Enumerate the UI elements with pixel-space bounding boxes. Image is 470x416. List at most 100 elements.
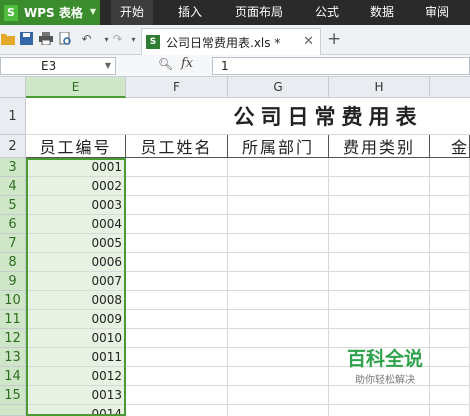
- column-header-f[interactable]: F: [126, 77, 228, 98]
- table-cell[interactable]: [126, 405, 228, 416]
- name-box[interactable]: E3 ▼: [0, 57, 116, 75]
- table-cell[interactable]: [126, 386, 228, 405]
- employee-id-cell[interactable]: 0009: [26, 310, 126, 329]
- more-dropdown-icon[interactable]: ▾: [126, 32, 141, 47]
- menu-tab-data[interactable]: 数据: [363, 0, 401, 25]
- table-cell[interactable]: [126, 310, 228, 329]
- table-cell[interactable]: [228, 348, 329, 367]
- row-header[interactable]: 3: [0, 158, 26, 177]
- table-cell[interactable]: [126, 329, 228, 348]
- row-header[interactable]: 13: [0, 348, 26, 367]
- row-header[interactable]: 7: [0, 234, 26, 253]
- header-cell-amount[interactable]: 金: [430, 135, 470, 158]
- row-header[interactable]: 1: [0, 98, 26, 135]
- insert-function-button[interactable]: fx: [181, 56, 193, 71]
- table-cell[interactable]: [228, 405, 329, 416]
- table-cell[interactable]: [228, 253, 329, 272]
- undo-icon[interactable]: ↶: [79, 32, 94, 47]
- table-cell[interactable]: [329, 291, 430, 310]
- row-header-partial[interactable]: [0, 405, 26, 416]
- new-tab-plus-icon[interactable]: +: [327, 29, 341, 49]
- document-tab[interactable]: S 公司日常费用表.xls * ✕: [141, 28, 321, 55]
- table-cell[interactable]: [329, 310, 430, 329]
- save-icon[interactable]: [19, 32, 34, 47]
- table-cell[interactable]: [228, 291, 329, 310]
- table-cell[interactable]: [228, 196, 329, 215]
- table-cell[interactable]: [430, 177, 470, 196]
- table-cell[interactable]: [430, 310, 470, 329]
- menu-tab-home[interactable]: 开始: [111, 0, 153, 25]
- column-header-i[interactable]: [430, 77, 470, 98]
- employee-id-cell[interactable]: 0008: [26, 291, 126, 310]
- table-cell[interactable]: [430, 405, 470, 416]
- row-header[interactable]: 2: [0, 135, 26, 158]
- employee-id-cell[interactable]: 0003: [26, 196, 126, 215]
- menu-tab-formulas[interactable]: 公式: [308, 0, 346, 25]
- table-cell[interactable]: [126, 158, 228, 177]
- table-cell[interactable]: [329, 405, 430, 416]
- table-cell[interactable]: [228, 367, 329, 386]
- row-header[interactable]: 9: [0, 272, 26, 291]
- employee-id-cell[interactable]: 0012: [26, 367, 126, 386]
- open-folder-icon[interactable]: [0, 32, 15, 47]
- row-header[interactable]: 5: [0, 196, 26, 215]
- table-cell[interactable]: [430, 348, 470, 367]
- table-cell[interactable]: [126, 196, 228, 215]
- table-cell[interactable]: [329, 253, 430, 272]
- row-header[interactable]: 14: [0, 367, 26, 386]
- table-cell[interactable]: [430, 367, 470, 386]
- table-cell[interactable]: [126, 348, 228, 367]
- table-cell[interactable]: [329, 158, 430, 177]
- table-cell[interactable]: [430, 196, 470, 215]
- formula-input[interactable]: 1: [212, 57, 470, 75]
- table-cell[interactable]: [430, 272, 470, 291]
- app-menu-button[interactable]: S WPS 表格 ▼: [0, 0, 100, 25]
- table-cell[interactable]: [228, 177, 329, 196]
- table-cell[interactable]: [126, 367, 228, 386]
- employee-id-cell[interactable]: 0014: [26, 405, 126, 416]
- table-cell[interactable]: [228, 158, 329, 177]
- employee-id-cell[interactable]: 0006: [26, 253, 126, 272]
- table-cell[interactable]: [430, 291, 470, 310]
- column-header-e[interactable]: E: [26, 77, 126, 98]
- table-cell[interactable]: [430, 158, 470, 177]
- table-cell[interactable]: [329, 234, 430, 253]
- table-cell[interactable]: [329, 272, 430, 291]
- employee-id-cell[interactable]: 0013: [26, 386, 126, 405]
- table-cell[interactable]: [329, 215, 430, 234]
- table-cell[interactable]: [430, 215, 470, 234]
- table-cell[interactable]: [126, 177, 228, 196]
- row-header[interactable]: 12: [0, 329, 26, 348]
- chevron-down-icon[interactable]: ▼: [105, 58, 111, 74]
- row-header[interactable]: 10: [0, 291, 26, 310]
- table-cell[interactable]: [126, 253, 228, 272]
- table-cell[interactable]: [329, 177, 430, 196]
- table-cell[interactable]: [430, 253, 470, 272]
- row-header[interactable]: 4: [0, 177, 26, 196]
- table-cell[interactable]: [430, 234, 470, 253]
- employee-id-cell[interactable]: 0002: [26, 177, 126, 196]
- print-preview-icon[interactable]: [58, 31, 73, 47]
- table-cell[interactable]: [228, 329, 329, 348]
- column-header-h[interactable]: H: [329, 77, 430, 98]
- table-cell[interactable]: [126, 234, 228, 253]
- menu-tab-insert[interactable]: 插入: [170, 0, 210, 25]
- redo-icon[interactable]: ↷: [110, 32, 125, 47]
- table-cell[interactable]: [228, 310, 329, 329]
- employee-id-cell[interactable]: 0005: [26, 234, 126, 253]
- employee-id-cell[interactable]: 0001: [26, 158, 126, 177]
- employee-id-cell[interactable]: 0004: [26, 215, 126, 234]
- table-cell[interactable]: [228, 272, 329, 291]
- zoom-search-icon[interactable]: 🔍︎: [158, 57, 173, 71]
- row-header[interactable]: 8: [0, 253, 26, 272]
- table-cell[interactable]: [228, 215, 329, 234]
- header-cell-employee-id[interactable]: 员工编号: [26, 135, 126, 158]
- menu-tab-page-layout[interactable]: 页面布局: [228, 0, 290, 25]
- column-header-g[interactable]: G: [228, 77, 329, 98]
- table-cell[interactable]: [430, 386, 470, 405]
- table-cell[interactable]: [126, 291, 228, 310]
- close-icon[interactable]: ✕: [303, 34, 314, 49]
- header-cell-department[interactable]: 所属部门: [228, 135, 329, 158]
- table-cell[interactable]: [430, 329, 470, 348]
- table-cell[interactable]: [126, 272, 228, 291]
